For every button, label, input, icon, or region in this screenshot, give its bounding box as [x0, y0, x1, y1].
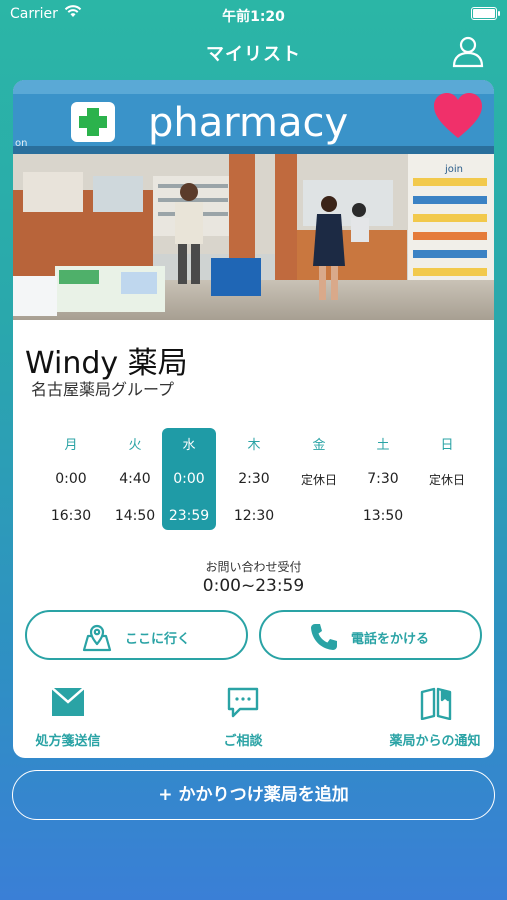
go-here-button[interactable]: ここに行く [25, 610, 248, 660]
call-button[interactable]: 電話をかける [259, 610, 482, 660]
day-label: 火 [128, 438, 142, 453]
open-time: 2:30 [238, 471, 270, 487]
day-label: 土 [376, 438, 390, 453]
chat-bubble-icon [226, 686, 260, 724]
map-pin-icon [81, 622, 113, 656]
day-label: 水 [182, 438, 196, 453]
consultation-button[interactable]: ご相談 [198, 686, 288, 749]
contact-label: お問い合わせ受付 [205, 560, 302, 574]
close-time: 16:30 [50, 508, 92, 524]
business-hours: 月 0:00 16:30 火 4:40 14:50 水 0:00 23:59 木… [23, 428, 483, 532]
hours-day-thu: 木 2:30 12:30 [227, 428, 281, 530]
open-time: 0:00 [55, 471, 87, 487]
prescription-send-button[interactable]: 処方箋送信 [23, 686, 113, 749]
add-pharmacy-button[interactable]: + かかりつけ薬局を追加 [12, 770, 495, 820]
pharmacy-card[interactable]: pharmacy on join Windy 薬局 名古屋薬局グループ 月 0:… [13, 80, 494, 758]
hours-day-fri: 金 定休日 [292, 428, 346, 530]
pharmacy-notifications-button[interactable]: 薬局からの通知 [383, 686, 487, 749]
pharmacy-photo: pharmacy on join [13, 80, 494, 320]
close-time: 13:50 [362, 508, 404, 524]
day-label: 日 [440, 438, 454, 453]
hours-day-wed: 水 0:00 23:59 [162, 428, 216, 530]
day-label: 木 [247, 438, 261, 453]
person-icon [452, 36, 484, 68]
day-label: 金 [312, 438, 326, 453]
plus-icon: + [158, 785, 173, 805]
book-icon [419, 686, 453, 724]
call-label: 電話をかける [351, 632, 430, 647]
go-here-label: ここに行く [125, 632, 191, 647]
store-text: join [444, 164, 463, 175]
hours-day-mon: 月 0:00 16:30 [44, 428, 98, 530]
open-time: 7:30 [367, 471, 399, 487]
favorite-button[interactable] [432, 92, 484, 140]
sign-small-text: on [15, 138, 27, 149]
day-label: 月 [64, 438, 78, 453]
contact-time: 0:00~23:59 [202, 576, 305, 596]
envelope-icon [51, 686, 85, 722]
close-time: 23:59 [168, 508, 210, 524]
hours-day-tue: 火 4:40 14:50 [108, 428, 162, 530]
hours-day-sun: 日 定休日 [420, 428, 474, 530]
pharmacy-notifications-label: 薬局からの通知 [389, 734, 481, 749]
close-time: 12:30 [233, 508, 275, 524]
battery-icon [471, 7, 500, 20]
heart-icon [434, 93, 482, 138]
profile-button[interactable] [451, 34, 485, 68]
consultation-label: ご相談 [223, 734, 263, 749]
hours-day-sat: 土 7:30 13:50 [356, 428, 410, 530]
add-pharmacy-label: かかりつけ薬局を追加 [178, 785, 349, 805]
sign-text: pharmacy [148, 100, 348, 146]
open-time: 0:00 [173, 471, 205, 487]
phone-icon [309, 622, 339, 656]
close-time: 14:50 [114, 508, 156, 524]
clock: 午前1:20 [222, 9, 285, 25]
prescription-send-label: 処方箋送信 [35, 734, 101, 749]
open-time: 4:40 [119, 471, 151, 487]
open-time: 定休日 [300, 473, 337, 487]
pharmacy-group: 名古屋薬局グループ [31, 380, 175, 399]
status-bar: Carrier 午前1:20 [0, 0, 507, 28]
open-time: 定休日 [428, 473, 465, 487]
page-title: マイリスト [206, 44, 301, 65]
